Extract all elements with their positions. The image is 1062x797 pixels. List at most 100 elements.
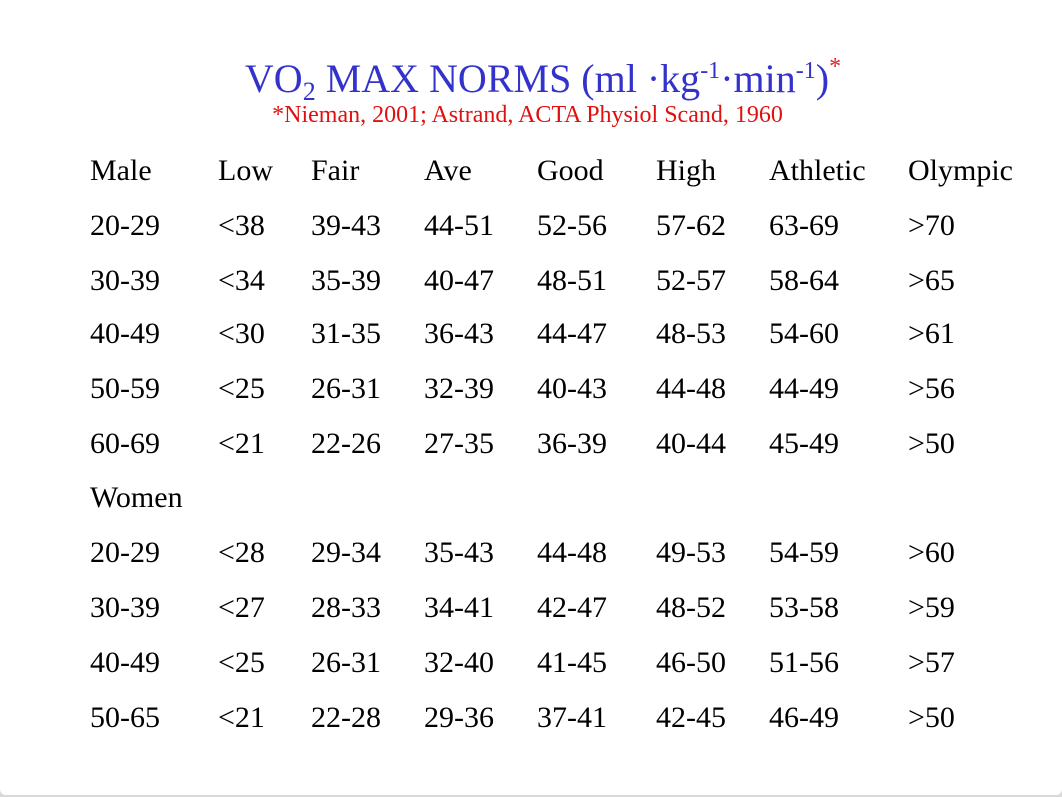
- table-cell: 39-43: [311, 209, 381, 242]
- table-cell: <25: [218, 646, 265, 679]
- table-cell: 44-47: [537, 317, 607, 350]
- title-prefix: VO: [244, 56, 303, 101]
- table-cell: >70: [908, 209, 955, 242]
- table-cell: <21: [218, 427, 265, 460]
- table-cell: 40-44: [656, 427, 726, 460]
- age-range-cell: 20-29: [90, 536, 160, 569]
- table-cell: >59: [908, 591, 955, 624]
- table-cell: 42-45: [656, 701, 726, 734]
- table-cell: 48-51: [537, 264, 607, 297]
- table-cell: <30: [218, 317, 265, 350]
- title-mid: ·min: [720, 56, 796, 101]
- age-range-cell: 40-49: [90, 646, 160, 679]
- table-cell: 63-69: [769, 209, 839, 242]
- title-superscript-2: -1: [795, 58, 816, 84]
- male-table-row: 20-29 <38 39-43 44-51 52-56 57-62 63-69 >70: [0, 206, 1062, 246]
- table-cell: 44-48: [537, 536, 607, 569]
- table-cell: 40-47: [424, 264, 494, 297]
- table-cell: 29-34: [311, 536, 381, 569]
- table-cell: >57: [908, 646, 955, 679]
- male-table-row: 30-39 <34 35-39 40-47 48-51 52-57 58-64 >65: [0, 261, 1062, 301]
- slide-title: VO2 MAX NORMS (ml ·kg-1·min-1)*: [0, 54, 1062, 105]
- age-range-cell: 30-39: [90, 264, 160, 297]
- table-cell: 32-39: [424, 372, 494, 405]
- table-cell: <25: [218, 372, 265, 405]
- male-table-row: 40-49 <30 31-35 36-43 44-47 48-53 54-60 >61: [0, 314, 1062, 354]
- table-cell: >60: [908, 536, 955, 569]
- table-cell: 22-28: [311, 701, 381, 734]
- table-cell: 41-45: [537, 646, 607, 679]
- table-cell: 46-49: [769, 701, 839, 734]
- table-cell: >50: [908, 427, 955, 460]
- table-cell: 48-52: [656, 591, 726, 624]
- table-cell: 37-41: [537, 701, 607, 734]
- table-cell: 29-36: [424, 701, 494, 734]
- footnote-mark: *: [829, 54, 842, 80]
- table-cell: 57-62: [656, 209, 726, 242]
- table-cell: >61: [908, 317, 955, 350]
- women-section-label-row: Women: [0, 478, 1062, 518]
- table-cell: 26-31: [311, 646, 381, 679]
- women-table-row: 30-39 <27 28-33 34-41 42-47 48-52 53-58 >59: [0, 588, 1062, 628]
- table-cell: 44-49: [769, 372, 839, 405]
- citation: *Nieman, 2001; Astrand, ACTA Physiol Sca…: [272, 102, 783, 128]
- age-range-cell: 30-39: [90, 591, 160, 624]
- table-cell: >50: [908, 701, 955, 734]
- age-range-cell: 50-65: [90, 701, 160, 734]
- table-cell: 40-43: [537, 372, 607, 405]
- table-cell: 36-43: [424, 317, 494, 350]
- women-table-row: 50-65 <21 22-28 29-36 37-41 42-45 46-49 >50: [0, 698, 1062, 738]
- table-cell: 54-59: [769, 536, 839, 569]
- table-cell: 52-57: [656, 264, 726, 297]
- title-close: ): [815, 56, 830, 101]
- table-cell: <27: [218, 591, 265, 624]
- table-cell: <38: [218, 209, 265, 242]
- column-header: Athletic: [769, 154, 866, 187]
- age-range-cell: 60-69: [90, 427, 160, 460]
- age-range-cell: 20-29: [90, 209, 160, 242]
- male-table-row: 60-69 <21 22-26 27-35 36-39 40-44 45-49 >50: [0, 424, 1062, 464]
- table-cell: 22-26: [311, 427, 381, 460]
- table-cell: <21: [218, 701, 265, 734]
- table-cell: 45-49: [769, 427, 839, 460]
- title-main: MAX NORMS (ml ·kg: [315, 56, 701, 101]
- age-range-cell: 40-49: [90, 317, 160, 350]
- age-range-cell: 50-59: [90, 372, 160, 405]
- table-cell: 32-40: [424, 646, 494, 679]
- male-table-row: 50-59 <25 26-31 32-39 40-43 44-48 44-49 >56: [0, 369, 1062, 409]
- column-header: Good: [537, 154, 604, 187]
- table-cell: 31-35: [311, 317, 381, 350]
- table-cell: >65: [908, 264, 955, 297]
- column-header: Olympic: [908, 154, 1013, 187]
- table-cell: 35-39: [311, 264, 381, 297]
- table-cell: 35-43: [424, 536, 494, 569]
- table-cell: 26-31: [311, 372, 381, 405]
- women-section-label: Women: [90, 481, 183, 514]
- table-cell: 34-41: [424, 591, 494, 624]
- table-cell: 49-53: [656, 536, 726, 569]
- column-header: Fair: [311, 154, 360, 187]
- table-cell: 53-58: [769, 591, 839, 624]
- table-cell: 54-60: [769, 317, 839, 350]
- table-cell: 28-33: [311, 591, 381, 624]
- column-header: Male: [90, 154, 152, 187]
- table-cell: 27-35: [424, 427, 494, 460]
- table-cell: 44-51: [424, 209, 494, 242]
- slide: VO2 MAX NORMS (ml ·kg-1·min-1)* *Nieman,…: [0, 0, 1062, 795]
- table-cell: 36-39: [537, 427, 607, 460]
- table-cell: 48-53: [656, 317, 726, 350]
- table-cell: 42-47: [537, 591, 607, 624]
- women-table-row: 20-29 <28 29-34 35-43 44-48 49-53 54-59 >60: [0, 533, 1062, 573]
- table-cell: <34: [218, 264, 265, 297]
- table-cell: 52-56: [537, 209, 607, 242]
- women-table-row: 40-49 <25 26-31 32-40 41-45 46-50 51-56 >57: [0, 643, 1062, 683]
- table-cell: 58-64: [769, 264, 839, 297]
- table-cell: <28: [218, 536, 265, 569]
- table-header-row: Male Low Fair Ave Good High Athletic Olympic: [0, 151, 1062, 191]
- column-header: Ave: [424, 154, 472, 187]
- title-superscript-1: -1: [700, 58, 721, 84]
- table-cell: 46-50: [656, 646, 726, 679]
- table-cell: >56: [908, 372, 955, 405]
- table-cell: 44-48: [656, 372, 726, 405]
- column-header: Low: [218, 154, 273, 187]
